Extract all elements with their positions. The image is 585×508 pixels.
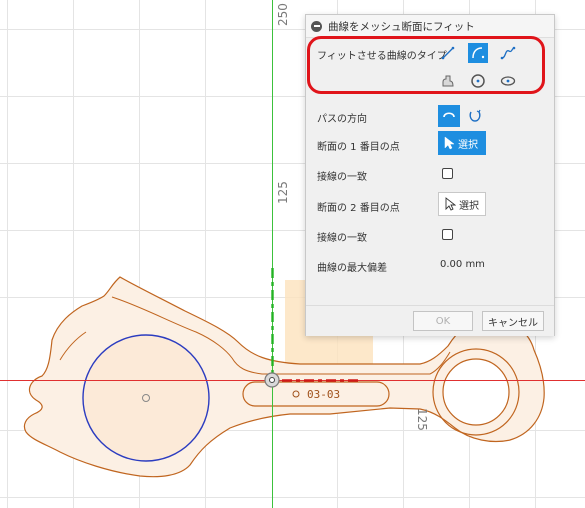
second-point-label: 断面の 2 番目の点 [317, 203, 400, 214]
line-icon[interactable] [438, 43, 458, 63]
dialog-header: 曲線をメッシュ断面にフィット [306, 15, 554, 38]
origin-point-dot [269, 377, 275, 383]
tangent-1-checkbox[interactable] [442, 168, 453, 179]
cursor-icon [444, 136, 455, 150]
cursor-icon [445, 197, 456, 211]
ellipse-icon[interactable] [498, 71, 518, 91]
first-point-select-label: 選択 [458, 139, 478, 151]
collapse-icon[interactable] [311, 20, 322, 32]
tangent-1-label: 接線の一致 [317, 172, 367, 183]
tangent-2-label: 接線の一致 [317, 233, 367, 244]
spline-icon[interactable] [498, 43, 518, 63]
dialog-title: 曲線をメッシュ断面にフィット [328, 20, 475, 33]
first-point-select-button[interactable]: 選択 [438, 131, 486, 155]
first-point-label: 断面の 1 番目の点 [317, 142, 400, 153]
arc-icon[interactable] [468, 43, 488, 63]
circle-icon[interactable] [468, 71, 488, 91]
conic-icon[interactable] [438, 71, 458, 91]
cancel-button[interactable]: キャンセル [482, 311, 544, 331]
second-point-select-label: 選択 [459, 200, 479, 212]
ruler-label-top: 250 [276, 3, 290, 26]
max-deviation-value: 0.00 mm [440, 259, 485, 270]
ok-button[interactable]: OK [413, 311, 473, 331]
curve-type-label: フィットさせる曲線のタイプ [317, 51, 447, 62]
max-deviation-label: 曲線の最大偏差 [317, 263, 387, 274]
small-end-bore-inner [442, 358, 510, 426]
ruler-label-right: 125 [415, 408, 429, 431]
fit-curve-dialog: 曲線をメッシュ断面にフィット フィットさせる曲線のタイプ パスの方向 断面の 1… [305, 14, 555, 336]
dialog-footer: OK キャンセル [306, 305, 554, 336]
part-label: 03-03 [307, 388, 341, 401]
ruler-label-mid: 125 [276, 181, 290, 204]
arc-direction-icon[interactable] [438, 105, 460, 127]
second-point-select-button[interactable]: 選択 [438, 192, 486, 216]
tangent-2-checkbox[interactable] [442, 229, 453, 240]
big-end-bore [82, 334, 210, 462]
reverse-direction-icon[interactable] [464, 105, 486, 127]
path-direction-label: パスの方向 [317, 114, 367, 125]
